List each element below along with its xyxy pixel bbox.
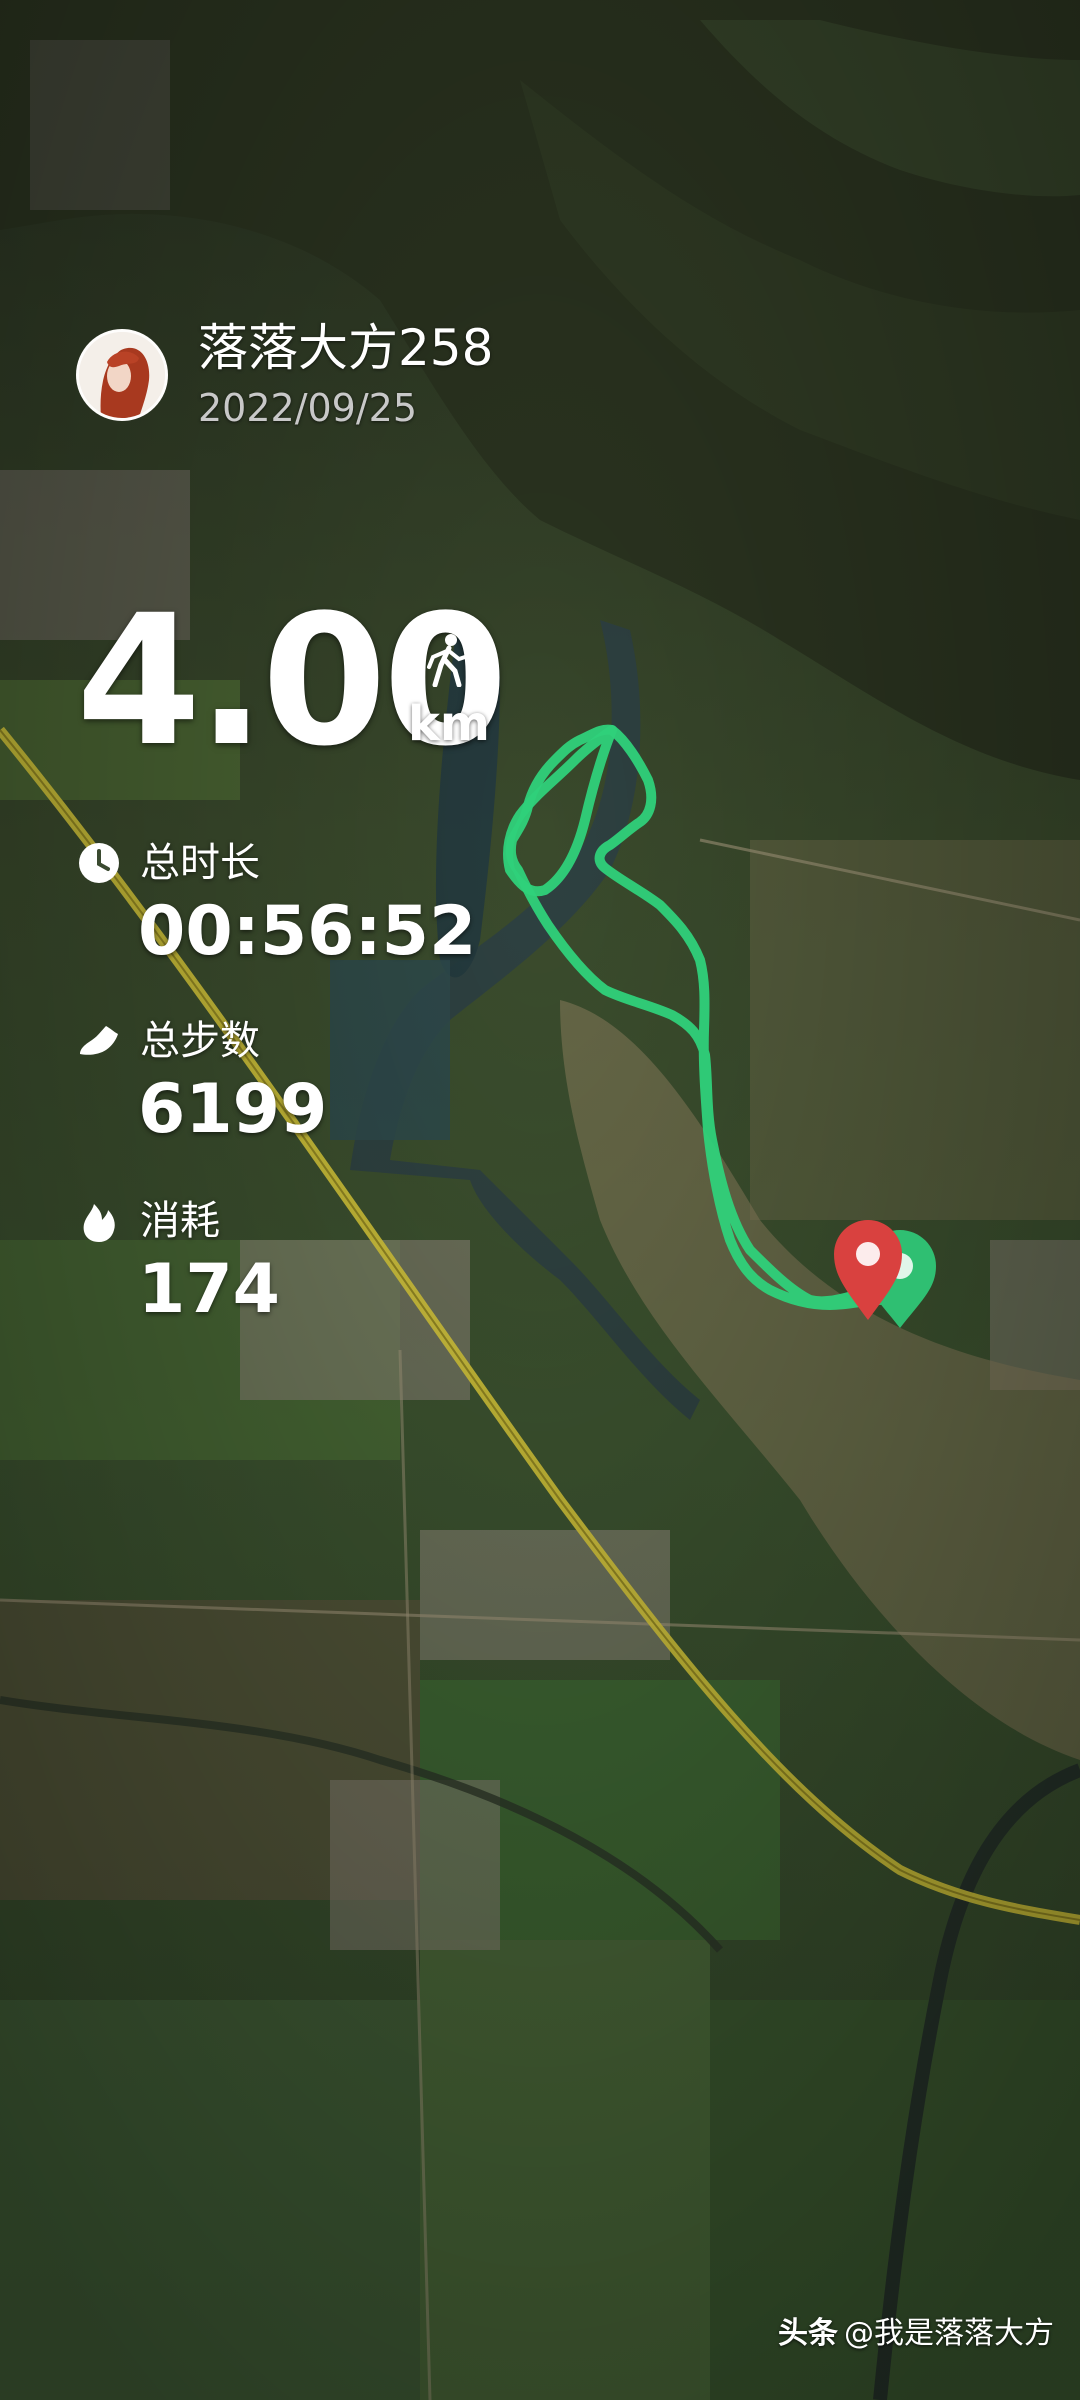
shoe-icon xyxy=(80,1026,118,1055)
stat-label: 消耗 xyxy=(140,1198,220,1244)
avatar-photo-icon xyxy=(79,332,165,418)
workout-share-card: 落落大方258 2022/09/25 4.00 km 总时长 00:56:52 … xyxy=(0,0,1080,2400)
stat-steps: 总步数 6199 xyxy=(76,1016,327,1148)
stat-label: 总步数 xyxy=(140,1018,260,1064)
stat-label: 总时长 xyxy=(140,840,260,886)
stat-value: 6199 xyxy=(138,1070,328,1149)
watermark-brand: 头条 xyxy=(778,2316,838,2351)
watermark-handle: @我是落落大方 xyxy=(844,2316,1054,2351)
clock-icon xyxy=(79,843,119,883)
stat-value: 00:56:52 xyxy=(138,892,477,971)
avatar[interactable] xyxy=(76,329,168,421)
walking-person-icon xyxy=(427,634,467,687)
user-header: 落落大方258 2022/09/25 xyxy=(76,318,493,432)
flame-icon xyxy=(83,1204,115,1242)
distance-unit: km xyxy=(408,696,490,752)
user-info: 落落大方258 2022/09/25 xyxy=(198,318,493,432)
user-name: 落落大方258 xyxy=(198,319,494,377)
stat-value: 174 xyxy=(138,1250,280,1329)
stat-duration: 总时长 00:56:52 xyxy=(76,838,476,970)
stat-calories: 消耗 174 xyxy=(76,1196,280,1328)
activity-date: 2022/09/25 xyxy=(198,386,418,430)
watermark: 头条 @我是落落大方 xyxy=(778,2314,1054,2354)
